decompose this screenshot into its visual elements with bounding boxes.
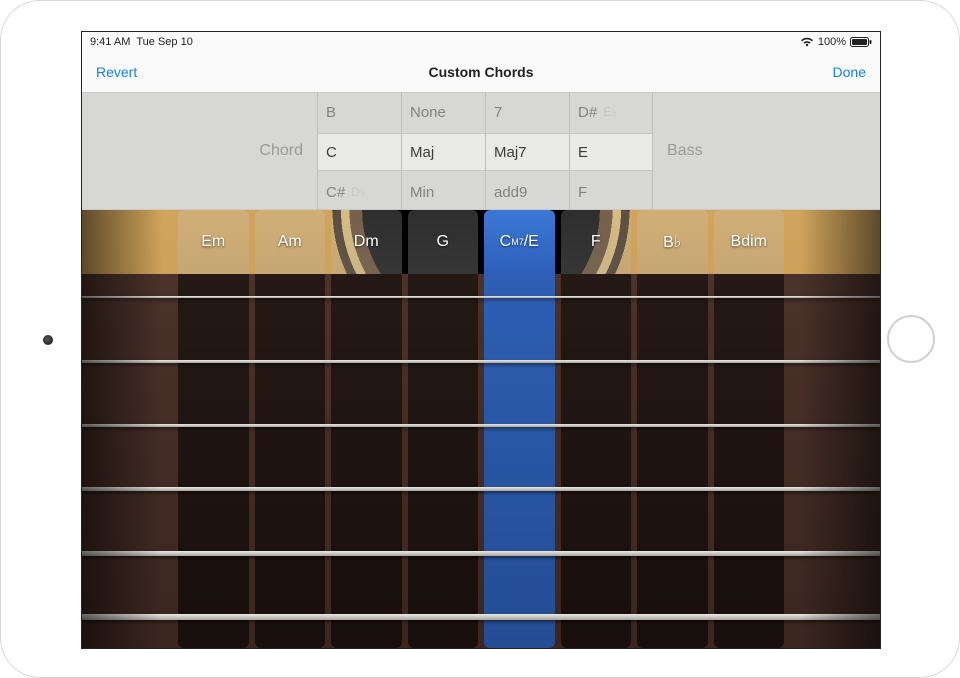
chord-column[interactable]	[714, 274, 785, 648]
status-battery-pct: 100%	[818, 36, 846, 48]
chord-label: F	[561, 210, 632, 274]
picker-column-3[interactable]: D#E♭EF	[569, 93, 653, 209]
picker-column-1[interactable]: NoneMajMin	[401, 93, 485, 209]
chord-label: G	[408, 210, 479, 274]
chord-column[interactable]	[637, 274, 708, 648]
chord-picker: Chord BCC#D♭NoneMajMin7Maj7add9D#E♭EF Ba…	[82, 92, 880, 210]
nav-title: Custom Chords	[429, 64, 534, 80]
chord-column[interactable]	[331, 274, 402, 648]
picker-column-2[interactable]: 7Maj7add9	[485, 93, 569, 209]
picker-row: C#D♭	[318, 173, 401, 211]
chord-strip[interactable]: Bdim	[714, 210, 785, 648]
chord-column[interactable]	[255, 274, 326, 648]
picker-row: add9	[486, 173, 569, 211]
chord-strips: EmAmDmGCM7/EFB♭Bdim	[82, 210, 880, 648]
wifi-icon	[800, 37, 814, 47]
picker-label-bass: Bass	[653, 142, 717, 160]
picker-row: D#E♭	[570, 93, 652, 131]
picker-row: Maj7	[486, 133, 569, 171]
camera-icon	[43, 335, 53, 345]
picker-row: F	[570, 173, 652, 211]
picker-row: B	[318, 93, 401, 131]
battery-icon	[850, 37, 872, 47]
picker-label-chord: Chord	[245, 142, 317, 160]
chord-label: Dm	[331, 210, 402, 274]
chord-strip[interactable]: Em	[178, 210, 249, 648]
chord-label: Bdim	[714, 210, 785, 274]
status-bar: 9:41 AM Tue Sep 10 100%	[82, 32, 880, 52]
home-button[interactable]	[887, 315, 935, 363]
chord-strip[interactable]: CM7/E	[484, 210, 555, 648]
chord-label: CM7/E	[484, 210, 555, 274]
chord-strip[interactable]: Am	[255, 210, 326, 648]
revert-button[interactable]: Revert	[82, 52, 151, 92]
chord-strip[interactable]: Dm	[331, 210, 402, 648]
chord-column[interactable]	[484, 274, 555, 648]
chord-label: Em	[178, 210, 249, 274]
done-button[interactable]: Done	[819, 52, 880, 92]
guitar-area: EmAmDmGCM7/EFB♭Bdim	[82, 210, 880, 648]
picker-row: Maj	[402, 133, 485, 171]
screen: 9:41 AM Tue Sep 10 100% Revert Custom Ch…	[81, 31, 881, 649]
picker-row: Min	[402, 173, 485, 211]
picker-row: 7	[486, 93, 569, 131]
nav-bar: Revert Custom Chords Done	[82, 52, 880, 92]
chord-strip[interactable]: F	[561, 210, 632, 648]
chord-strip[interactable]: G	[408, 210, 479, 648]
ipad-frame: 9:41 AM Tue Sep 10 100% Revert Custom Ch…	[0, 0, 960, 678]
picker-row: E	[570, 133, 652, 171]
status-date: Tue Sep 10	[136, 36, 192, 48]
picker-column-0[interactable]: BCC#D♭	[317, 93, 401, 209]
picker-row: None	[402, 93, 485, 131]
chord-strip[interactable]: B♭	[637, 210, 708, 648]
chord-label: Am	[255, 210, 326, 274]
chord-column[interactable]	[178, 274, 249, 648]
chord-column[interactable]	[408, 274, 479, 648]
chord-label: B♭	[637, 210, 708, 274]
chord-column[interactable]	[561, 274, 632, 648]
picker-row: C	[318, 133, 401, 171]
status-time: 9:41 AM	[90, 36, 130, 48]
